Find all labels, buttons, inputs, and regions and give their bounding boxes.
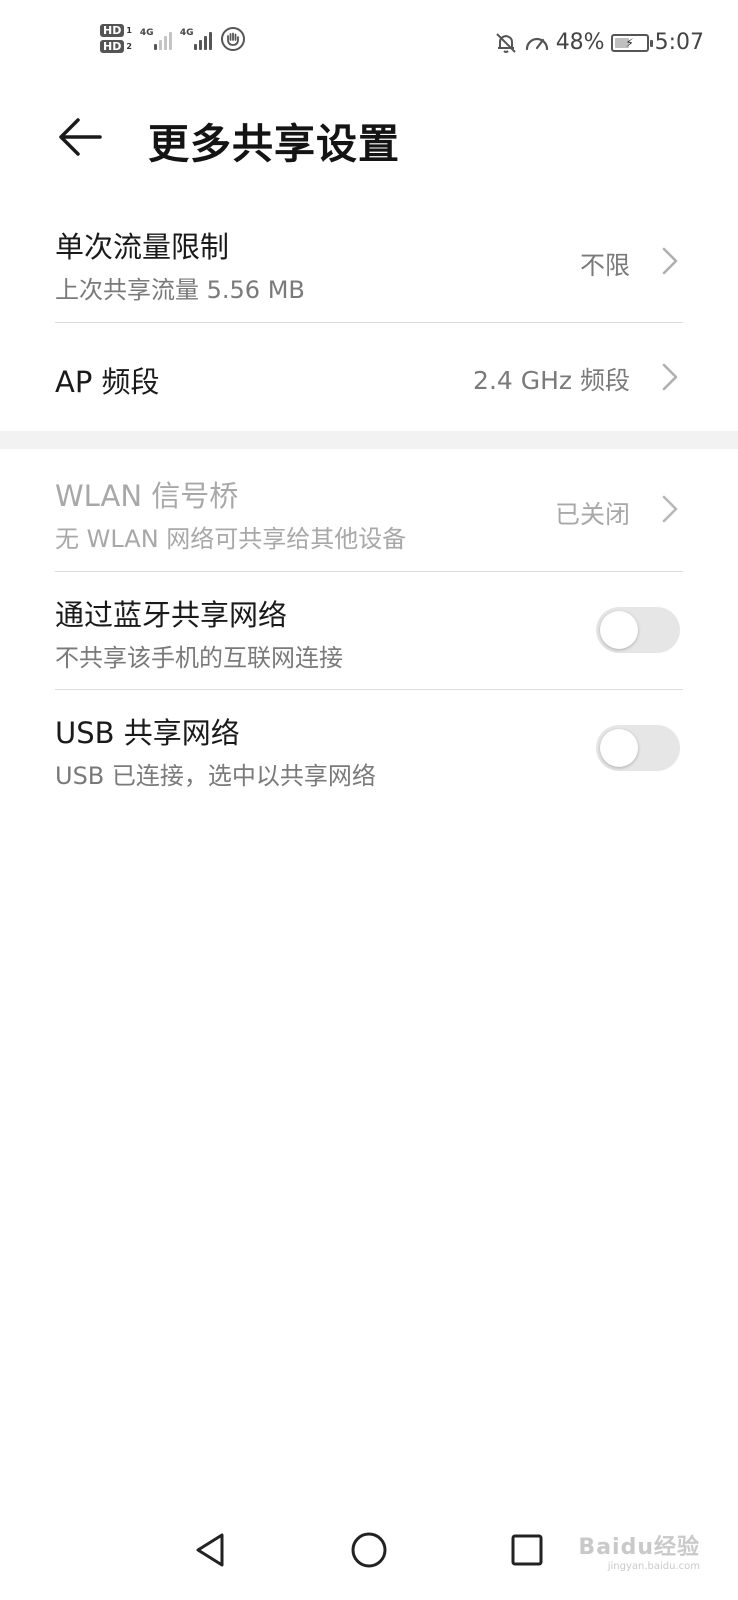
setting-title: AP 频段 (55, 365, 160, 399)
bolt-icon: ⚡ (625, 35, 634, 50)
usb-tether-toggle[interactable] (596, 725, 680, 771)
setting-subtitle: USB 已连接，选中以共享网络 (55, 762, 376, 790)
network-type-2: 4G (179, 27, 194, 38)
setting-title: WLAN 信号桥 (55, 479, 239, 513)
recents-square-icon (511, 1534, 543, 1566)
battery-percent: 48% (555, 30, 605, 55)
status-bar-right: 48% ⚡ 5:07 (494, 30, 704, 55)
network-type-1: 4G (139, 27, 154, 38)
setting-subtitle: 上次共享流量 5.56 MB (55, 276, 305, 304)
nav-recents-button[interactable] (497, 1520, 557, 1580)
signal-1-icon: 4G (140, 28, 172, 50)
watermark-sub: jingyan.baidu.com (607, 1561, 700, 1572)
status-bar-left: HD 1 HD 2 4G 4G (100, 24, 246, 53)
nav-back-button[interactable] (180, 1520, 240, 1580)
toggle-knob (600, 729, 638, 767)
hd-badge-1: HD (100, 24, 125, 37)
setting-value: 不限 (579, 251, 630, 280)
hd-sim-1: 1 (126, 26, 132, 35)
battery-charging-icon: ⚡ (610, 33, 653, 52)
setting-subtitle: 无 WLAN 网络可共享给其他设备 (55, 525, 407, 553)
toggle-knob (600, 611, 638, 649)
system-nav-bar: Baidu经验 jingyan.baidu.com (0, 1500, 738, 1600)
bell-off-icon (495, 32, 516, 53)
section-separator (0, 431, 738, 449)
setting-usb-tether: USB 共享网络 USB 已连接，选中以共享网络 (0, 690, 738, 808)
hd-indicator-1: HD 1 (100, 24, 132, 37)
setting-title: USB 共享网络 (55, 716, 240, 750)
setting-wlan-bridge[interactable]: WLAN 信号桥 无 WLAN 网络可共享给其他设备 已关闭 (0, 449, 738, 571)
arrow-left-icon[interactable] (56, 112, 106, 162)
hd-sim-2: 2 (126, 42, 132, 51)
watermark: Baidu经验 jingyan.baidu.com (578, 1529, 700, 1572)
back-triangle-icon (196, 1533, 224, 1567)
setting-value: 已关闭 (554, 500, 630, 529)
chevron-right-icon (662, 495, 678, 523)
hand-icon (220, 26, 245, 51)
hd-badge-2: HD (100, 40, 125, 53)
watermark-text: Baidu经验 (578, 1535, 700, 1560)
setting-ap-band[interactable]: AP 频段 2.4 GHz 频段 (0, 323, 738, 431)
status-bar: HD 1 HD 2 4G 4G 48% ⚡ 5:07 (0, 0, 738, 90)
app-header: 更多共享设置 (0, 100, 738, 180)
bluetooth-tether-toggle[interactable] (596, 607, 680, 653)
setting-subtitle: 不共享该手机的互联网连接 (55, 644, 343, 672)
hd-voice-indicators: HD 1 HD 2 (100, 24, 132, 53)
setting-title: 通过蓝牙共享网络 (55, 598, 288, 632)
signal-2-icon: 4G (180, 28, 212, 50)
setting-value: 2.4 GHz 频段 (473, 366, 630, 395)
page-title: 更多共享设置 (148, 120, 400, 168)
nav-home-button[interactable] (339, 1520, 399, 1580)
clock: 5:07 (654, 30, 704, 55)
hd-indicator-2: HD 2 (100, 40, 132, 53)
chevron-right-icon (662, 247, 678, 275)
setting-data-limit[interactable]: 单次流量限制 上次共享流量 5.56 MB 不限 (0, 210, 738, 322)
setting-title: 单次流量限制 (55, 230, 230, 264)
chevron-right-icon (662, 363, 678, 391)
speedometer-icon (525, 37, 548, 50)
setting-bluetooth-tether: 通过蓝牙共享网络 不共享该手机的互联网连接 (0, 572, 738, 689)
home-circle-icon (351, 1532, 387, 1568)
